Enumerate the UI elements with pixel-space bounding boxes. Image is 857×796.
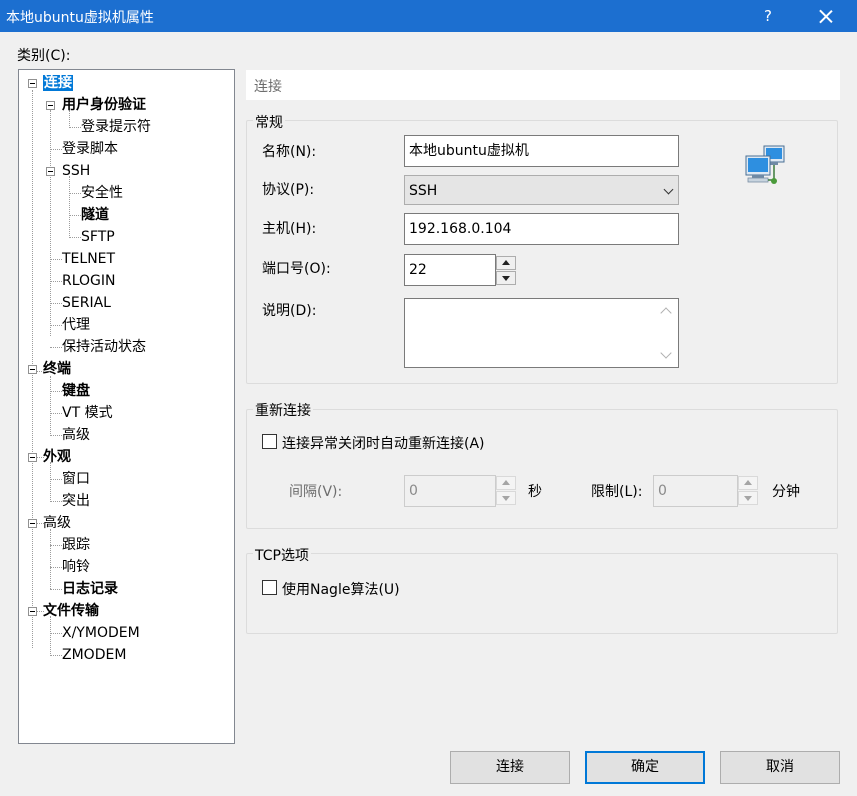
- collapse-icon[interactable]: [28, 519, 37, 528]
- auto-reconnect-label[interactable]: 连接异常关闭时自动重新连接(A): [282, 433, 485, 453]
- tree-item-serial[interactable]: SERIAL: [62, 293, 111, 313]
- category-tree[interactable]: 连接 用户身份验证 登录提示符 登录脚本 SSH 安全性 隧道 SFTP TEL…: [18, 69, 235, 744]
- tcp-title: TCP选项: [253, 545, 311, 565]
- interval-label: 间隔(V):: [289, 484, 343, 500]
- connect-button[interactable]: 连接: [450, 751, 570, 784]
- port-input[interactable]: 22: [404, 254, 496, 286]
- collapse-icon[interactable]: [46, 167, 55, 176]
- tree-item-terminal[interactable]: 终端: [43, 359, 71, 379]
- description-textarea[interactable]: [404, 298, 679, 368]
- close-icon[interactable]: [808, 4, 844, 28]
- title-bar: 本地ubuntu虚拟机属性 ?: [0, 0, 857, 32]
- tree-item-security[interactable]: 安全性: [81, 183, 123, 203]
- tree-item-proxy[interactable]: 代理: [62, 315, 90, 335]
- spin-down-icon[interactable]: [738, 491, 758, 505]
- tree-item-connection[interactable]: 连接: [43, 73, 73, 93]
- general-title: 常规: [253, 112, 285, 132]
- tree-item-vt-mode[interactable]: VT 模式: [62, 403, 113, 423]
- protocol-value: SSH: [409, 183, 438, 199]
- tree-item-xymodem[interactable]: X/YMODEM: [62, 623, 140, 643]
- nagle-label[interactable]: 使用Nagle算法(U): [282, 579, 400, 599]
- host-label: 主机(H):: [262, 221, 317, 237]
- tree-item-user-auth[interactable]: 用户身份验证: [62, 95, 146, 115]
- collapse-icon[interactable]: [28, 453, 37, 462]
- spin-down-icon[interactable]: [496, 491, 516, 505]
- chevron-down-icon: [663, 184, 674, 195]
- scroll-down-icon[interactable]: [660, 347, 672, 359]
- tree-item-keyboard[interactable]: 键盘: [62, 381, 90, 401]
- tree-item-advanced[interactable]: 高级: [43, 513, 71, 533]
- spin-up-icon[interactable]: [496, 476, 516, 490]
- host-input[interactable]: 192.168.0.104: [404, 213, 679, 245]
- description-label: 说明(D):: [262, 303, 317, 319]
- tree-item-file-transfer[interactable]: 文件传输: [43, 601, 99, 621]
- protocol-label: 协议(P):: [262, 182, 315, 198]
- limit-input[interactable]: 0: [653, 475, 738, 507]
- collapse-icon[interactable]: [28, 607, 37, 616]
- cancel-button[interactable]: 取消: [720, 751, 840, 784]
- tree-item-window[interactable]: 窗口: [62, 469, 90, 489]
- collapse-icon[interactable]: [28, 79, 37, 88]
- reconnect-group: [246, 409, 838, 529]
- seconds-label: 秒: [528, 484, 542, 500]
- scroll-up-icon[interactable]: [660, 307, 672, 319]
- port-label: 端口号(O):: [262, 261, 331, 277]
- section-header: 连接: [246, 70, 840, 100]
- network-computer-icon: [745, 145, 785, 184]
- ok-button[interactable]: 确定: [585, 751, 705, 784]
- tree-item-terminal-advanced[interactable]: 高级: [62, 425, 90, 445]
- tree-item-highlight[interactable]: 突出: [62, 491, 90, 511]
- tree-item-telnet[interactable]: TELNET: [62, 249, 115, 269]
- auto-reconnect-checkbox[interactable]: [262, 434, 277, 449]
- reconnect-title: 重新连接: [253, 400, 313, 420]
- tree-item-keepalive[interactable]: 保持活动状态: [62, 337, 146, 357]
- tree-item-rlogin[interactable]: RLOGIN: [62, 271, 116, 291]
- tree-item-log[interactable]: 日志记录: [62, 579, 118, 599]
- tree-item-bell[interactable]: 响铃: [62, 557, 90, 577]
- help-button[interactable]: ?: [750, 4, 786, 28]
- tree-item-trace[interactable]: 跟踪: [62, 535, 90, 555]
- tree-item-login-script[interactable]: 登录脚本: [62, 139, 118, 159]
- window-title: 本地ubuntu虚拟机属性: [6, 10, 154, 26]
- nagle-checkbox[interactable]: [262, 580, 277, 595]
- interval-input[interactable]: 0: [404, 475, 496, 507]
- name-input[interactable]: 本地ubuntu虚拟机: [404, 135, 679, 167]
- interval-spinner[interactable]: [496, 476, 516, 506]
- tree-item-tunnel[interactable]: 隧道: [81, 205, 109, 225]
- spin-down-icon[interactable]: [496, 271, 516, 285]
- collapse-icon[interactable]: [28, 365, 37, 374]
- limit-spinner[interactable]: [738, 476, 758, 506]
- limit-label: 限制(L):: [591, 484, 643, 500]
- protocol-select[interactable]: SSH: [404, 175, 679, 205]
- spin-up-icon[interactable]: [738, 476, 758, 490]
- name-label: 名称(N):: [262, 144, 317, 160]
- category-label: 类别(C):: [17, 48, 71, 64]
- port-spinner[interactable]: [496, 256, 516, 286]
- tree-item-appearance[interactable]: 外观: [43, 447, 71, 467]
- minutes-label: 分钟: [772, 484, 800, 500]
- tree-item-sftp[interactable]: SFTP: [81, 227, 115, 247]
- spin-up-icon[interactable]: [496, 256, 516, 270]
- collapse-icon[interactable]: [46, 101, 55, 110]
- tree-item-ssh[interactable]: SSH: [62, 161, 90, 181]
- tree-item-login-prompt[interactable]: 登录提示符: [81, 117, 151, 137]
- tree-item-zmodem[interactable]: ZMODEM: [62, 645, 126, 665]
